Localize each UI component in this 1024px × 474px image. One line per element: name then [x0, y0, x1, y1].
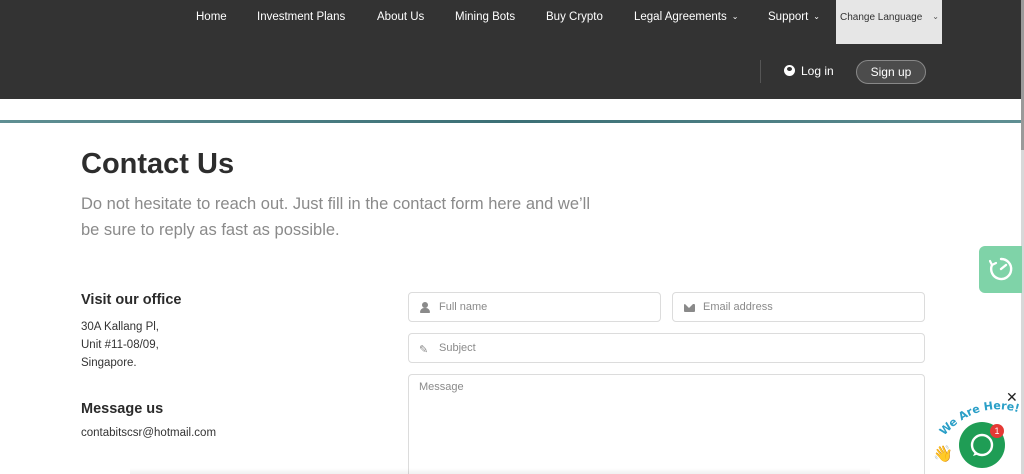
language-select[interactable]: Change Language ⌄ — [836, 0, 942, 44]
pencil-icon: ✎ — [419, 344, 429, 356]
close-icon[interactable]: ✕ — [1006, 389, 1018, 406]
chat-unread-badge: 1 — [990, 424, 1004, 438]
login-link[interactable]: Log in — [784, 64, 834, 78]
nav-legal-agreements[interactable]: Legal Agreements ⌄ — [634, 11, 738, 23]
bottom-shadow — [130, 468, 870, 474]
chevron-down-icon: ⌄ — [731, 12, 739, 21]
email-placeholder: Email address — [703, 301, 773, 313]
message-heading: Message us — [81, 401, 164, 417]
accent-divider — [0, 120, 1021, 123]
login-label: Log in — [801, 64, 834, 78]
header-divider — [760, 60, 761, 83]
page-title: Contact Us — [81, 148, 235, 180]
user-icon — [420, 302, 430, 313]
nav-buy-crypto[interactable]: Buy Crypto — [546, 11, 603, 23]
chat-icon — [970, 433, 994, 457]
chevron-down-icon: ⌄ — [813, 12, 820, 21]
contact-email[interactable]: contabitscsr@hotmail.com — [81, 427, 216, 439]
nav-about-us[interactable]: About Us — [377, 11, 424, 23]
address-line: 30A Kallang Pl, — [81, 321, 160, 333]
envelope-icon — [684, 304, 695, 312]
nav-support-label: Support — [768, 11, 809, 23]
nav-mining-bots[interactable]: Mining Bots — [455, 11, 515, 23]
nav-legal-agreements-label: Legal Agreements — [634, 11, 727, 23]
nav-support[interactable]: Support ⌄ — [768, 11, 820, 23]
subject-placeholder: Subject — [439, 342, 476, 354]
fullname-placeholder: Full name — [439, 301, 488, 313]
office-address: 30A Kallang Pl, Unit #11-08/09, Singapor… — [81, 318, 159, 372]
subject-field[interactable]: ✎ Subject — [408, 333, 925, 363]
side-widget-button[interactable] — [979, 246, 1022, 293]
main-nav: Home Investment Plans About Us Mining Bo… — [0, 0, 1021, 44]
office-heading: Visit our office — [81, 292, 182, 308]
wave-hand-icon: 👋 — [933, 446, 953, 463]
message-textarea[interactable]: Message — [408, 374, 925, 474]
chevron-down-icon: ⌄ — [932, 12, 939, 21]
email-field[interactable]: Email address — [672, 292, 925, 322]
fullname-field[interactable]: Full name — [408, 292, 661, 322]
user-circle-icon — [784, 65, 795, 76]
nav-investment-plans[interactable]: Investment Plans — [257, 11, 345, 23]
language-select-label: Change Language — [840, 12, 923, 23]
address-line: Singapore. — [81, 357, 137, 369]
gauge-icon — [988, 257, 1013, 281]
page-subtitle: Do not hesitate to reach out. Just fill … — [81, 195, 591, 239]
site-header: Home Investment Plans About Us Mining Bo… — [0, 0, 1021, 99]
signup-button[interactable]: Sign up — [856, 60, 926, 84]
nav-home[interactable]: Home — [196, 11, 227, 23]
address-line: Unit #11-08/09, — [81, 339, 159, 351]
message-placeholder: Message — [419, 381, 464, 393]
